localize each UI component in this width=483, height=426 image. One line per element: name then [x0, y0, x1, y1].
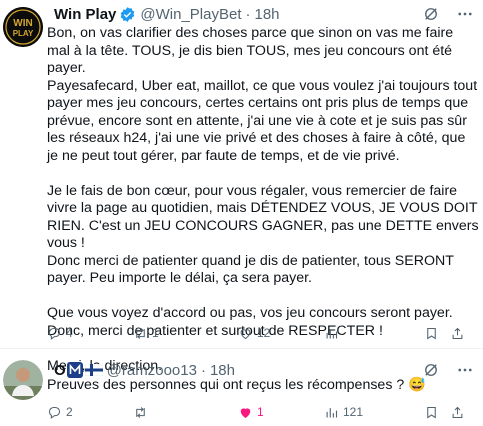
reply-count: 2	[66, 405, 73, 419]
share-button[interactable]	[450, 405, 470, 420]
bookmark-icon	[427, 327, 436, 339]
timestamp[interactable]: 18h	[255, 6, 280, 23]
user-handle[interactable]: @Win_PlayBet	[140, 6, 241, 23]
views-button[interactable]	[324, 326, 424, 341]
finland-flag-icon	[84, 364, 103, 376]
display-name[interactable]: Win Play	[54, 6, 116, 23]
avatar-logo-text-top: WIN	[13, 18, 32, 29]
tweet-actions: 4 1 12	[47, 322, 477, 344]
reply-count: 4	[66, 326, 73, 340]
reply-button[interactable]: 4	[47, 326, 133, 341]
bookmark-button[interactable]	[424, 326, 450, 341]
display-name[interactable]: O	[54, 362, 66, 379]
reply-button[interactable]: 2	[47, 405, 133, 420]
reply-text: Preuves des personnes qui ont reçus les …	[47, 377, 426, 393]
timestamp[interactable]: 18h	[210, 362, 235, 379]
repost-icon	[136, 327, 145, 339]
reply-icon	[48, 406, 61, 419]
views-button[interactable]: 121	[324, 405, 424, 420]
repost-count: 1	[152, 326, 159, 340]
views-icon	[326, 328, 338, 338]
avatar-winplay[interactable]: WIN PLAY	[3, 7, 43, 47]
top-icons	[422, 5, 474, 23]
heart-icon	[240, 328, 251, 339]
separator-dot: ·	[245, 5, 251, 23]
repost-icon	[136, 406, 145, 418]
share-icon	[452, 406, 463, 418]
reply-actions: 2 1 121	[47, 401, 477, 423]
like-button[interactable]: 1	[238, 405, 324, 420]
bookmark-icon	[427, 406, 436, 418]
repost-button[interactable]	[133, 405, 238, 420]
repost-button[interactable]: 1	[133, 326, 238, 341]
like-count: 12	[257, 326, 271, 340]
more-options-icon[interactable]	[456, 5, 474, 23]
m-square-icon	[66, 362, 83, 378]
avatar-logo-text-bottom: PLAY	[13, 29, 34, 38]
separator-dot: ·	[200, 361, 206, 379]
view-count: 121	[343, 405, 364, 419]
reply-icon	[48, 327, 61, 340]
share-icon	[452, 327, 463, 339]
views-icon	[326, 407, 338, 417]
grok-icon[interactable]	[422, 5, 440, 23]
share-button[interactable]	[450, 326, 470, 341]
tweet-header: Win Play @Win_PlayBet · 18h	[54, 4, 280, 24]
like-button[interactable]: 12	[238, 326, 324, 341]
avatar-ramzooo[interactable]	[3, 360, 43, 400]
user-handle[interactable]: @ramzooo13	[107, 362, 197, 379]
verified-badge-icon[interactable]	[119, 6, 136, 23]
heart-filled-icon	[240, 407, 251, 418]
like-count: 1	[257, 405, 264, 419]
bookmark-button[interactable]	[424, 405, 450, 420]
